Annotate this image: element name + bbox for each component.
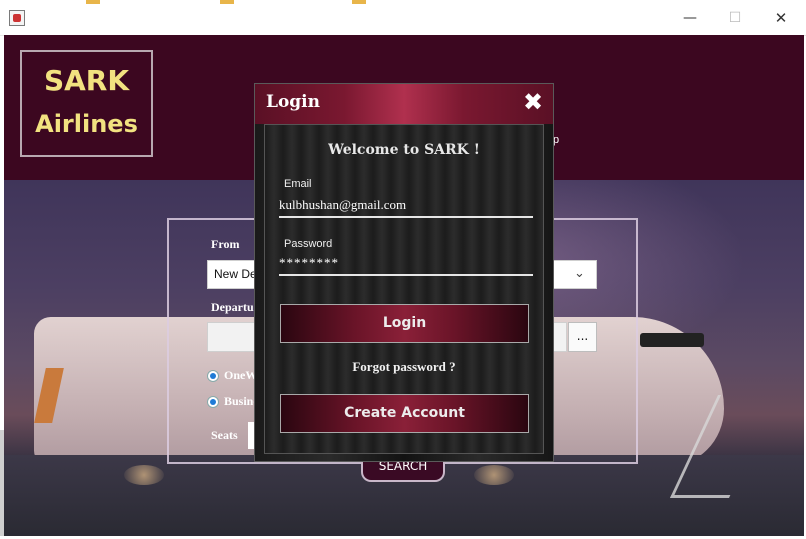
- welcome-heading: Welcome to SARK !: [328, 142, 480, 158]
- oneway-radio[interactable]: [207, 370, 219, 382]
- email-field[interactable]: kulbhushan@gmail.com: [279, 197, 533, 218]
- create-account-button[interactable]: Create Account: [280, 394, 529, 433]
- window-titlebar: — ☐ ✕: [0, 0, 806, 36]
- login-dialog-title: Login: [266, 92, 320, 112]
- seats-label: Seats: [211, 428, 238, 442]
- oneway-radio-label: OneW: [224, 368, 258, 382]
- close-icon[interactable]: ✖: [523, 88, 543, 116]
- window-close-button[interactable]: ✕: [766, 7, 796, 29]
- logo-subtitle: Airlines: [35, 110, 138, 138]
- taskbar-remnant: [80, 0, 420, 4]
- airplane-cockpit-windows: [640, 333, 704, 347]
- runway-light: [124, 465, 164, 485]
- date-picker-button[interactable]: ...: [568, 322, 597, 352]
- chevron-down-icon[interactable]: ⌄: [574, 266, 585, 281]
- login-dialog-header: Login ✖: [255, 84, 553, 124]
- login-dialog: Login ✖ Welcome to SARK ! Email kulbhush…: [254, 83, 554, 462]
- login-button[interactable]: Login: [280, 304, 529, 343]
- java-app-icon: [9, 10, 25, 26]
- runway-light: [474, 465, 514, 485]
- logo-title: SARK: [43, 64, 130, 97]
- business-radio[interactable]: [207, 396, 219, 408]
- sark-logo: SARK Airlines: [20, 50, 153, 157]
- maximize-button[interactable]: ☐: [720, 7, 750, 29]
- forgot-password-link[interactable]: Forgot password ?: [265, 359, 543, 375]
- password-label: Password: [284, 238, 333, 250]
- login-form: Welcome to SARK ! Email kulbhushan@gmail…: [264, 124, 544, 454]
- departure-label: Departu: [211, 300, 254, 314]
- from-label: From: [211, 237, 240, 251]
- email-label: Email: [284, 178, 312, 190]
- password-field[interactable]: ********: [279, 255, 533, 276]
- minimize-button[interactable]: —: [675, 7, 705, 29]
